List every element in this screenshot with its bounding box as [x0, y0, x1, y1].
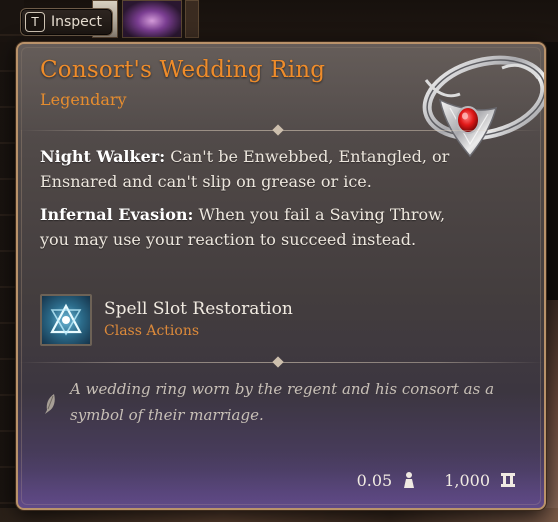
- item-footer: 0.05 1,000: [18, 452, 544, 508]
- saving-throw-link[interactable]: Saving Throw: [330, 205, 440, 224]
- item-properties: Night Walker: Can't be Enwebbed, Entangl…: [40, 144, 470, 260]
- action-name: Spell Slot Restoration: [104, 299, 293, 319]
- property-text: When you fail a: [193, 205, 330, 224]
- weight-icon: [402, 471, 416, 489]
- background-scenery-bottom: [0, 508, 558, 522]
- weight-value: 0.05: [356, 470, 393, 490]
- quill-icon: [45, 394, 55, 414]
- property-infernal-evasion: Infernal Evasion: When you fail a Saving…: [40, 202, 470, 252]
- inspect-hotkey[interactable]: T Inspect: [20, 8, 113, 36]
- lore-text: A wedding ring worn by the regent and hi…: [70, 380, 495, 424]
- price-value: 1,000: [444, 470, 490, 490]
- header-divider: [18, 124, 544, 136]
- property-name: Infernal Evasion:: [40, 205, 194, 224]
- item-lore: A wedding ring worn by the regent and hi…: [40, 376, 520, 428]
- inspect-label: Inspect: [51, 14, 102, 30]
- granted-action[interactable]: Spell Slot Restoration Class Actions: [40, 294, 293, 346]
- spell-slot-restoration-icon: [40, 294, 92, 346]
- property-night-walker: Night Walker: Can't be Enwebbed, Entangl…: [40, 144, 470, 194]
- item-tooltip: Consort's Wedding Ring Legendary Night W…: [16, 42, 546, 510]
- lore-divider: [18, 356, 544, 368]
- gold-icon: [500, 471, 516, 489]
- inventory-slot[interactable]: [185, 0, 199, 38]
- item-rarity: Legendary: [40, 90, 127, 109]
- hotkey-key: T: [25, 12, 45, 32]
- item-name: Consort's Wedding Ring: [40, 57, 326, 83]
- property-name: Night Walker:: [40, 147, 166, 166]
- action-type: Class Actions: [104, 323, 200, 339]
- inventory-slot[interactable]: [122, 0, 182, 38]
